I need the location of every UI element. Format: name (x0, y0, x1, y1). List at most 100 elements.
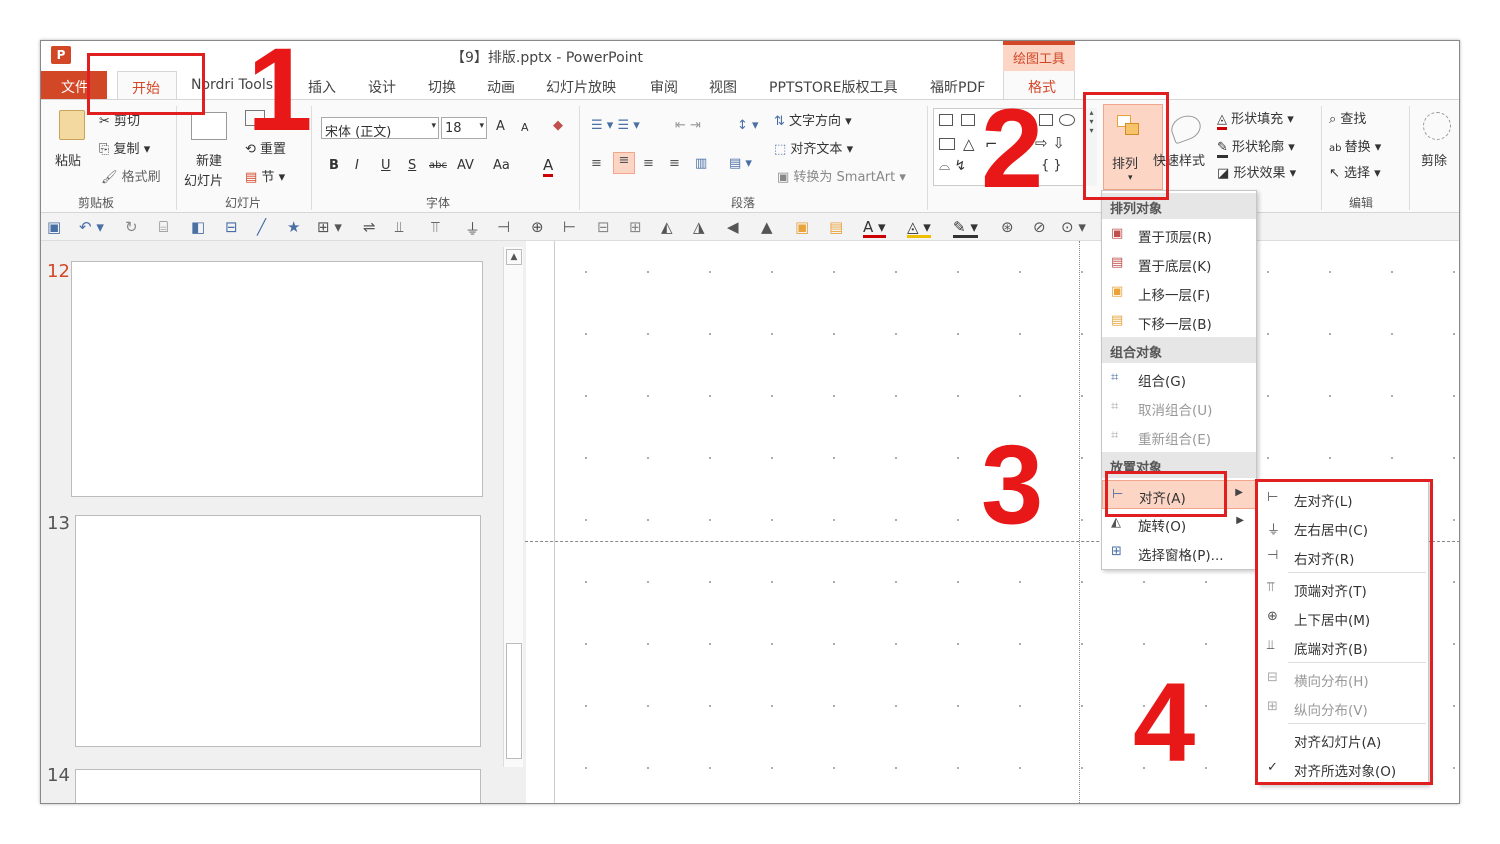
oval-shape-icon[interactable] (1059, 114, 1075, 126)
italic-button[interactable]: I (355, 158, 359, 173)
toolbar-icon[interactable]: ⇌ (363, 218, 376, 236)
scroll-up-icon[interactable]: ▲ (506, 249, 522, 265)
align-bottom-icon[interactable]: ⫫ (395, 218, 403, 236)
star-icon[interactable]: ★ (287, 218, 300, 236)
font-color-icon[interactable]: A ▾ (863, 218, 886, 238)
font-color-button[interactable]: A (543, 156, 554, 177)
align-center-icon[interactable]: ≡ (613, 152, 635, 174)
tab-slideshow[interactable]: 幻灯片放映 (546, 77, 616, 97)
new-slide-icon[interactable] (191, 112, 227, 140)
rectangle-shape-icon[interactable] (939, 138, 955, 150)
justify-icon[interactable]: ≡ (669, 156, 680, 171)
crop-icon[interactable] (1423, 112, 1451, 140)
tab-pptstore[interactable]: PPTSTORE版权工具 (769, 77, 897, 97)
toolbar-icon[interactable]: ⊛ (1001, 218, 1014, 236)
tab-design[interactable]: 设计 (368, 77, 396, 97)
change-case-button[interactable]: Aa (493, 158, 510, 173)
distribute-icon[interactable]: ▥ (695, 156, 707, 171)
crop-button[interactable]: 剪除 (1421, 150, 1447, 169)
send-backward-item[interactable]: ▤ 下移一层(B) (1102, 307, 1256, 336)
new-slide-label-2[interactable]: 幻灯片 (184, 170, 223, 189)
columns-icon[interactable]: ▤ ▾ (729, 156, 752, 171)
selection-pane-item[interactable]: ⊞ 选择窗格(P)... (1102, 538, 1256, 567)
find-button[interactable]: ⌕ 查找 (1329, 108, 1366, 127)
triangle-shape-icon[interactable]: △ (963, 135, 975, 153)
new-slide-label-1[interactable]: 新建 (196, 150, 222, 169)
tab-transitions[interactable]: 切换 (428, 77, 456, 97)
toolbar-icon[interactable]: ⊞ ▾ (317, 218, 342, 236)
align-left-icon[interactable]: ⊢ (563, 218, 576, 236)
smartart-button[interactable]: ▣ 转换为 SmartArt ▾ (777, 166, 906, 185)
shadow-button[interactable]: S (408, 158, 416, 173)
underline-button[interactable]: U (381, 158, 391, 173)
shape-effects-button[interactable]: ◪ 形状效果 ▾ (1217, 162, 1296, 181)
paste-icon[interactable] (59, 110, 85, 140)
send-to-back-item[interactable]: ▤ 置于底层(K) (1102, 249, 1256, 278)
toolbar-icon[interactable]: ⊙ ▾ (1061, 218, 1086, 236)
align-top-icon[interactable]: ⫪ (431, 218, 439, 236)
arrow-up-icon[interactable]: ▲ (761, 218, 773, 236)
paste-button[interactable]: 粘贴 (55, 150, 81, 169)
copy-button[interactable]: ⎘ 复制 ▾ (99, 138, 150, 157)
tab-review[interactable]: 审阅 (650, 77, 678, 97)
ungroup-item[interactable]: ⌗ 取消组合(U) (1102, 393, 1256, 422)
vertical-textbox-icon[interactable] (961, 114, 975, 126)
format-painter-button[interactable]: 🖌 格式刷 (101, 166, 161, 185)
scroll-thumb[interactable] (506, 643, 522, 759)
freeform-shape-icon[interactable]: ⌓ ↯ (939, 158, 966, 174)
shape-outline-button[interactable]: ✎ 形状轮廓 ▾ (1217, 136, 1295, 158)
font-name-select[interactable]: 宋体 (正文) ▾ (321, 117, 439, 140)
align-right-icon[interactable]: ⊣ (497, 218, 510, 236)
pen-icon[interactable]: ╱ (257, 218, 266, 236)
redo-icon[interactable]: ↻ (125, 218, 138, 236)
quick-styles-icon[interactable] (1167, 111, 1205, 145)
distribute-h-icon[interactable]: ⊟ (597, 218, 610, 236)
send-backward-icon[interactable]: ▤ (829, 218, 843, 236)
app-icon[interactable]: P (51, 46, 71, 64)
font-size-select[interactable]: 18 ▾ (441, 117, 487, 139)
line-spacing-icon[interactable]: ↕ ▾ (737, 118, 759, 133)
outline-color-icon[interactable]: ✎ ▾ (953, 218, 978, 238)
align-right-icon[interactable]: ≡ (643, 156, 654, 171)
align-left-icon[interactable]: ≡ (591, 156, 602, 171)
shape-fill-button[interactable]: ◬ 形状填充 ▾ (1217, 108, 1294, 130)
bring-forward-icon[interactable]: ▣ (795, 218, 809, 236)
group-item[interactable]: ⌗ 组合(G) (1102, 364, 1256, 393)
bold-button[interactable]: B (329, 158, 339, 173)
scrollbar[interactable]: ▲ (503, 247, 523, 767)
tab-animations[interactable]: 动画 (487, 77, 515, 97)
brace-shape-icon[interactable]: { } (1041, 158, 1062, 173)
undo-icon[interactable]: ↶ ▾ (79, 218, 104, 236)
flip-icon[interactable]: ◮ (693, 218, 705, 236)
replace-button[interactable]: ab 替换 ▾ (1329, 136, 1381, 155)
indent-icon[interactable]: ⇤ ⇥ (675, 118, 701, 133)
clear-format-icon[interactable]: ◆ (553, 118, 563, 133)
bullets-icon[interactable]: ☰ ▾ ☰ ▾ (591, 118, 640, 133)
toolbar-icon[interactable]: ⌸ (159, 218, 168, 236)
tab-view[interactable]: 视图 (709, 77, 737, 97)
regroup-item[interactable]: ⌗ 重新组合(E) (1102, 422, 1256, 451)
section-button[interactable]: ▤ 节 ▾ (245, 166, 285, 185)
strikethrough-button[interactable]: abc (429, 160, 447, 171)
toolbar-icon[interactable]: ◧ (191, 218, 205, 236)
slide-thumbnail[interactable] (71, 261, 483, 497)
toolbar-icon[interactable]: ⊟ (225, 218, 238, 236)
slide-thumbnail[interactable] (75, 515, 481, 747)
shrink-font-button[interactable]: A (521, 121, 529, 134)
save-icon[interactable]: ▣ (47, 218, 61, 236)
fill-color-icon[interactable]: ◬ ▾ (907, 218, 931, 238)
textbox-shape-icon[interactable] (939, 114, 953, 126)
bring-to-front-item[interactable]: ▣ 置于顶层(R) (1102, 220, 1256, 249)
tab-foxit[interactable]: 福昕PDF (930, 77, 985, 97)
char-spacing-button[interactable]: AV (457, 158, 474, 173)
distribute-v-icon[interactable]: ⊞ (629, 218, 642, 236)
align-text-button[interactable]: ⬚ 对齐文本 ▾ (774, 138, 853, 157)
align-center-icon[interactable]: ⏚ (465, 218, 480, 239)
toolbar-icon[interactable]: ⊘ (1033, 218, 1046, 236)
arrow-left-icon[interactable]: ◀ (727, 218, 739, 236)
rotate-icon[interactable]: ◭ (661, 218, 673, 236)
grow-font-button[interactable]: A (496, 119, 505, 134)
slide-thumbnail[interactable] (75, 769, 481, 803)
align-middle-icon[interactable]: ⊕ (531, 218, 544, 236)
select-button[interactable]: ↖ 选择 ▾ (1329, 162, 1381, 181)
